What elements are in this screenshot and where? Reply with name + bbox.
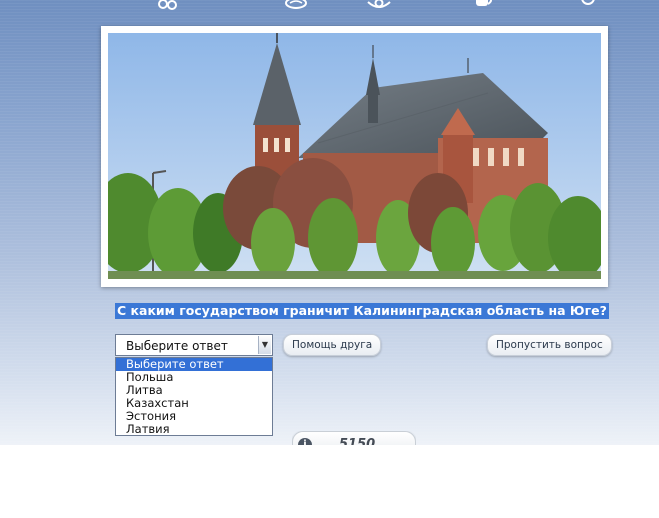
- cup-icon[interactable]: [470, 0, 496, 10]
- cathedral-photo: [108, 33, 601, 279]
- eye-icon[interactable]: [366, 0, 392, 10]
- score-value: 5150: [339, 437, 376, 445]
- answer-select-value: Выберите ответ: [126, 339, 228, 353]
- answer-select[interactable]: Выберите ответ ▼: [115, 334, 273, 356]
- page-background: С каким государством граничит Калинингра…: [0, 0, 659, 445]
- ring-icon[interactable]: [575, 0, 601, 10]
- help-friend-button[interactable]: Помощь друга: [283, 334, 382, 356]
- question-photo-frame: [101, 26, 608, 287]
- chevron-down-icon[interactable]: ▼: [258, 336, 271, 354]
- brain-icon[interactable]: [283, 0, 309, 10]
- skip-question-button[interactable]: Пропустить вопрос: [487, 334, 612, 356]
- people-icon[interactable]: [155, 0, 181, 10]
- coin-icon: i: [298, 438, 312, 445]
- score-badge: i 5150: [292, 431, 416, 445]
- answer-option[interactable]: Латвия: [116, 423, 272, 436]
- answer-dropdown-list[interactable]: Выберите ответ Польша Литва Казахстан Эс…: [115, 357, 273, 436]
- question-text: С каким государством граничит Калинингра…: [115, 303, 609, 319]
